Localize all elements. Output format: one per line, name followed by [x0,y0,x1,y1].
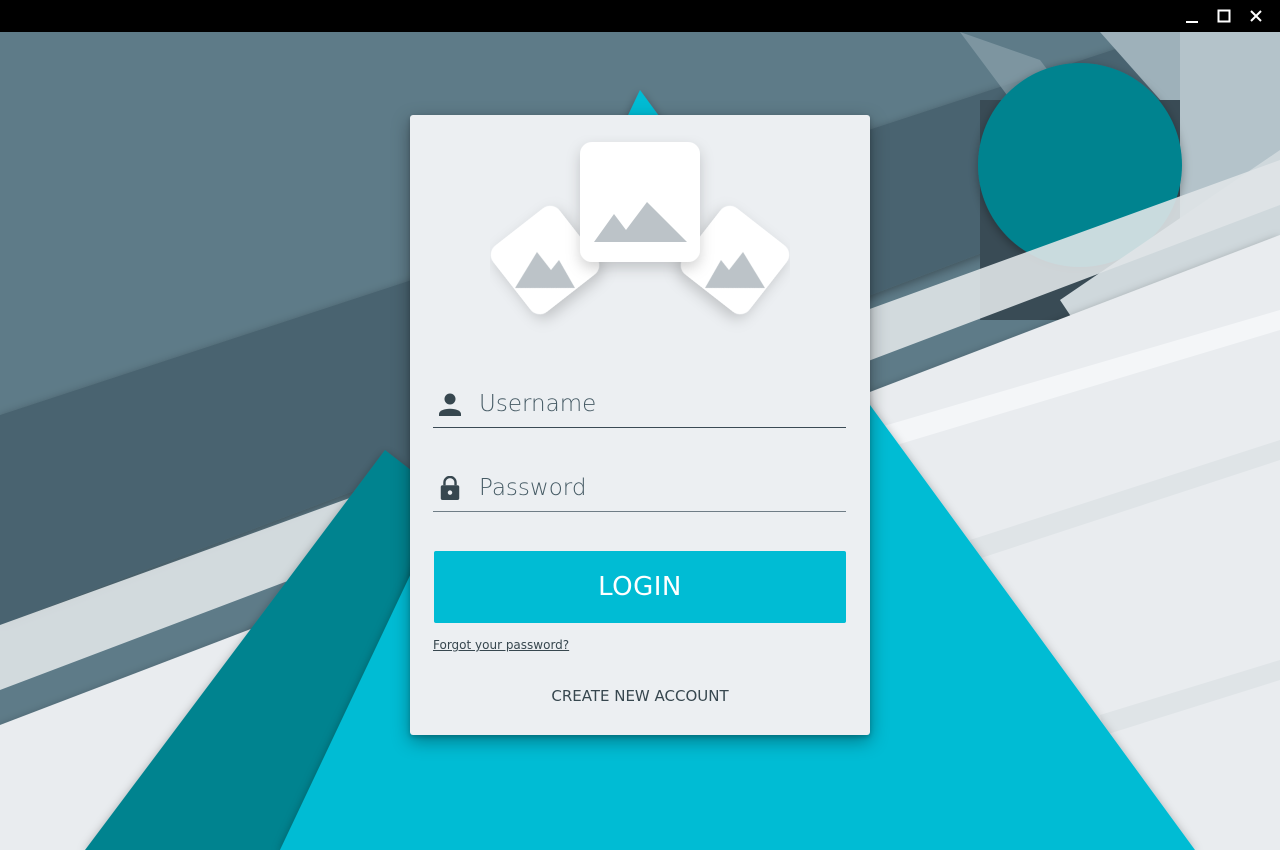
create-account-button[interactable]: CREATE NEW ACCOUNT [410,687,870,705]
title-bar [0,0,1280,32]
close-button[interactable] [1240,0,1272,32]
username-input[interactable] [479,387,839,421]
app-window: LOGIN Forgot your password? CREATE NEW A… [0,0,1280,850]
close-icon [1250,10,1262,22]
username-field [433,383,846,428]
maximize-icon [1217,9,1231,23]
lock-icon [440,476,460,500]
forgot-password-link[interactable]: Forgot your password? [433,638,569,652]
password-field [433,467,846,512]
password-input[interactable] [479,471,839,505]
image-gallery-icon [490,142,790,315]
minimize-icon [1186,21,1198,23]
login-button[interactable]: LOGIN [434,551,846,623]
person-icon [439,393,461,416]
minimize-button[interactable] [1176,0,1208,32]
login-card: LOGIN Forgot your password? CREATE NEW A… [410,115,870,735]
maximize-button[interactable] [1208,0,1240,32]
